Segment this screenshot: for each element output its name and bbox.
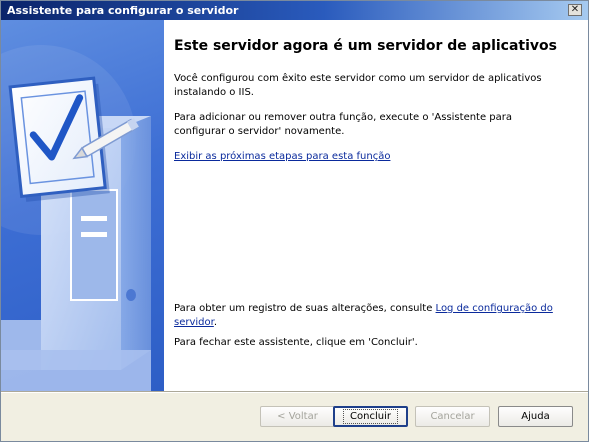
button-bar: < Voltar Concluir Cancelar Ajuda (1, 391, 588, 441)
rerun-message: Para adicionar ou remover outra função, … (174, 112, 513, 137)
page-heading: Este servidor agora é um servidor de apl… (174, 38, 557, 54)
server-illustration-icon (1, 45, 151, 391)
window-title: Assistente para configurar o servidor (7, 4, 239, 17)
help-button[interactable]: Ajuda (498, 406, 573, 427)
log-message: Para obter um registro de suas alteraçõe… (174, 302, 554, 330)
wizard-window: Assistente para configurar o servidor ✕ (0, 0, 589, 442)
finish-button-label: Concluir (343, 409, 398, 424)
success-message: Você configurou com êxito este servidor … (174, 73, 542, 98)
next-steps-link[interactable]: Exibir as próximas etapas para esta funç… (174, 151, 390, 162)
finish-button[interactable]: Concluir (333, 406, 408, 427)
log-period: . (213, 317, 218, 328)
close-button[interactable]: ✕ (568, 4, 582, 16)
title-bar[interactable]: Assistente para configurar o servidor ✕ (1, 1, 588, 20)
close-instruction: Para fechar este assistente, clique em '… (174, 337, 418, 348)
log-text: Para obter um registro de suas alteraçõe… (174, 303, 436, 314)
footer-divider (1, 391, 588, 393)
wizard-content: Este servidor agora é um servidor de apl… (164, 20, 588, 391)
wizard-sidebar (1, 20, 164, 391)
cancel-button[interactable]: Cancelar (415, 406, 490, 427)
back-button[interactable]: < Voltar (260, 406, 335, 427)
